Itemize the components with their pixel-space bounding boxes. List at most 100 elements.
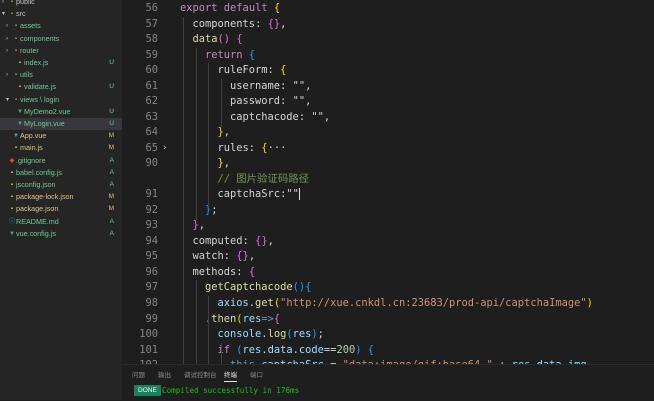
code-text: // 图片验证码路径: [217, 172, 310, 185]
indent-guide: [208, 63, 209, 205]
file-label: .gitignore: [16, 155, 46, 165]
indent-guide: [195, 280, 197, 364]
file-label: package-lock.json: [16, 192, 74, 202]
line-number: 57: [145, 17, 158, 30]
git-status-badge: U: [109, 59, 114, 66]
file-tree-item[interactable]: › ▪ router: [0, 45, 122, 57]
line-number: 59: [145, 48, 158, 61]
file-tree-item[interactable]: › ▪ utils: [0, 69, 122, 81]
file-tree-item[interactable]: ▼ MyDemo2.vue U: [0, 106, 122, 118]
file-tree-item[interactable]: ▪ validate.js U: [0, 81, 122, 93]
line-number: 97: [145, 281, 158, 293]
code-line[interactable]: 60 ruleForm: {: [122, 63, 654, 79]
file-label: src: [16, 9, 26, 19]
code-line[interactable]: 63 captchacode: "",: [122, 110, 654, 126]
file-tree-item[interactable]: ▾ ▪ views \ login: [0, 94, 122, 106]
babel-file-icon: ▪: [10, 169, 14, 176]
file-tree-item[interactable]: › ▪ components: [0, 33, 122, 45]
code-line[interactable]: 90},: [122, 156, 654, 172]
code-line[interactable]: 61 username: "",: [122, 79, 654, 95]
tab-debug-console[interactable]: 调试控制台: [184, 369, 217, 379]
tab-terminal[interactable]: 终端: [224, 369, 237, 382]
code-line[interactable]: 100 console.log(res);: [122, 327, 654, 343]
code-line[interactable]: 56 export default {: [122, 1, 654, 17]
file-label: MyDemo2.vue: [24, 106, 71, 116]
status-badge: DONE: [134, 385, 161, 396]
code-line[interactable]: 98 axios.get("http://xue.cnkdl.cn:23683/p…: [122, 296, 654, 312]
json-file-icon: ▪: [10, 206, 14, 213]
file-tree-item[interactable]: › ▪ public: [0, 0, 122, 8]
file-tree-item[interactable]: ▼ MyLogin.vue U: [0, 118, 122, 130]
code-line[interactable]: 97 getCaptchacode(){: [122, 280, 654, 296]
indent-guide: [220, 342, 222, 364]
folder-icon: ▪: [14, 35, 18, 42]
file-label: router: [20, 45, 39, 55]
code-line[interactable]: 59 return {: [122, 48, 654, 64]
tab-ports[interactable]: 端口: [250, 369, 263, 379]
code-text: rules: {···: [217, 141, 287, 154]
file-tree-item[interactable]: ▪ package-lock.json M: [0, 191, 122, 203]
line-number: 98: [145, 296, 158, 309]
line-number: 91: [145, 188, 158, 200]
code-line[interactable]: 91 captchaSrc:"": [122, 187, 654, 203]
tab-output[interactable]: 输出: [158, 369, 171, 379]
line-number: 93: [145, 219, 158, 231]
code-line[interactable]: 57 components: {},: [122, 17, 654, 33]
chevron-icon: ▾: [2, 11, 6, 18]
code-text: console.log(res);: [217, 328, 324, 340]
file-tree-item[interactable]: ▪ package.json M: [0, 203, 122, 215]
git-status-badge: M: [108, 193, 114, 201]
file-tree-item[interactable]: ▪ main.js M: [0, 142, 122, 154]
file-label: validate.js: [24, 82, 56, 92]
code-line[interactable]: 101 if (res.data.code==200) {: [122, 343, 654, 359]
code-line[interactable]: 94 computed: {},: [122, 234, 654, 250]
line-number: 92: [145, 203, 158, 216]
file-tree-item[interactable]: ◆ .gitignore A: [0, 155, 122, 167]
file-tree-item[interactable]: ▪ babel.config.js A: [0, 167, 122, 179]
git-status-badge: A: [109, 156, 114, 164]
fold-chevron-icon[interactable]: ›: [162, 141, 167, 157]
code-line[interactable]: 62 password: "",: [122, 94, 654, 110]
file-tree-item[interactable]: ▪ index.js U: [0, 57, 122, 69]
code-line[interactable]: 65 › rules: {···: [122, 141, 654, 157]
git-status-badge: M: [108, 144, 114, 152]
vue-file-icon: ▼: [13, 133, 19, 140]
folder-icon: ▪: [14, 72, 18, 79]
chevron-icon: ›: [6, 35, 8, 42]
chevron-icon: ▾: [6, 96, 10, 103]
code-text: },: [217, 126, 231, 138]
file-label: package.json: [16, 204, 59, 214]
file-tree-item[interactable]: ▼ vue.config.js A: [0, 228, 122, 240]
file-explorer: › ▪ public ▾ ▪ src › ▪ assets › ▪ components › ▪ route…: [0, 0, 122, 400]
file-tree-item[interactable]: ▾ ▪ src: [0, 8, 122, 20]
line-number: 99: [145, 312, 158, 325]
code-line[interactable]: 93},: [122, 218, 654, 234]
vue-file-icon: ▼: [17, 121, 23, 127]
code-text: axios.get("http://xue.cnkdl.cn:23683/pro…: [217, 296, 593, 309]
bottom-panel: 问题 输出 调试控制台 终端 端口 DONE Compiled successf…: [122, 364, 654, 401]
code-editor[interactable]: 56 export default {57 components: {}, 58 dat…: [122, 0, 654, 364]
code-text: },: [192, 219, 206, 231]
file-label: main.js: [20, 143, 43, 153]
chevron-icon: ›: [6, 47, 8, 54]
git-status-badge: A: [109, 181, 114, 188]
file-tree-item[interactable]: › ▪ assets: [0, 20, 122, 32]
file-tree-item[interactable]: ▼ App.vue M: [0, 130, 122, 142]
file-label: vue.config.js: [16, 228, 56, 238]
code-line[interactable]: // 图片验证码路径: [122, 172, 654, 188]
code-line[interactable]: 99 .then(res=>{: [122, 312, 654, 328]
file-tree-item[interactable]: ⓘ README.md A: [0, 216, 122, 228]
code-line[interactable]: 95 watch: {},: [122, 249, 654, 265]
folder-icon: ▪: [14, 23, 18, 30]
vue-file-icon: ▼: [17, 108, 23, 115]
tab-problems[interactable]: 问题: [132, 369, 145, 379]
file-label: babel.config.js: [16, 167, 62, 177]
code-line[interactable]: 64},: [122, 125, 654, 141]
chevron-icon: ›: [6, 23, 8, 30]
code-line[interactable]: 92};: [122, 203, 654, 219]
code-text: methods: {: [192, 265, 256, 278]
code-line[interactable]: 58 data() {: [122, 32, 654, 48]
code-line[interactable]: 96 methods: {: [122, 265, 654, 281]
file-tree-item[interactable]: ▪ jsconfig.json A: [0, 179, 122, 191]
line-number: 101: [139, 343, 158, 356]
